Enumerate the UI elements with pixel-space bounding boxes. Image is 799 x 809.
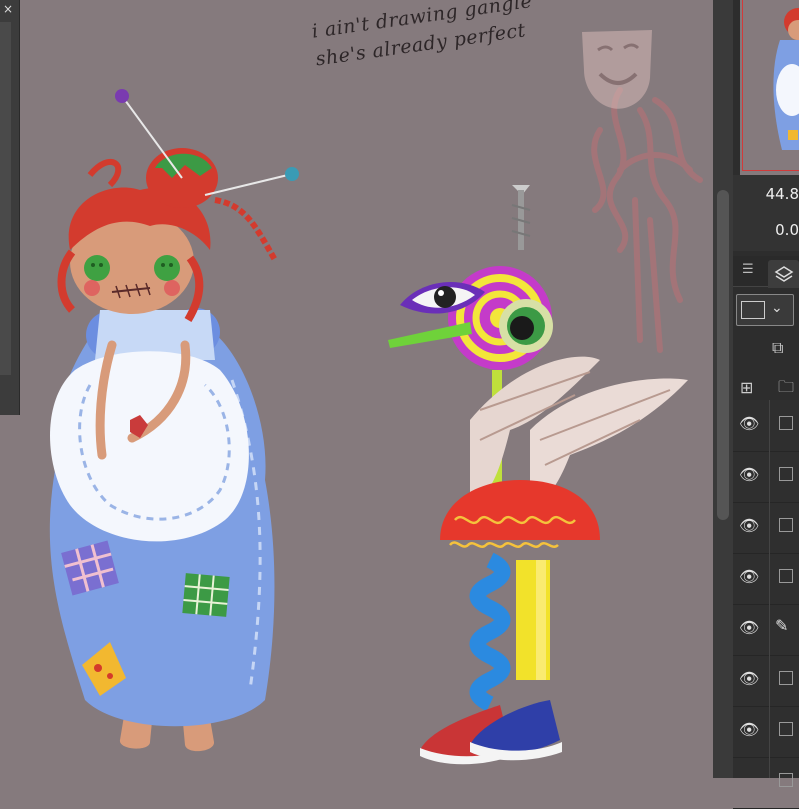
layer-list: 👁 👁 👁 👁 👁 ✎ 👁 👁	[733, 400, 799, 809]
layer-row[interactable]: 👁	[733, 451, 799, 503]
new-layer-icon[interactable]: ⊞	[740, 378, 753, 397]
layer-row[interactable]: 👁	[733, 400, 799, 452]
artwork	[49, 30, 703, 765]
ghost-doodle	[591, 87, 703, 353]
visibility-eye-icon[interactable]: 👁	[739, 567, 759, 586]
visibility-eye-icon[interactable]: 👁	[739, 465, 759, 484]
layer-column-divider	[769, 400, 770, 778]
layer-row[interactable]: 👁	[733, 655, 799, 707]
menu-icon[interactable]: ☰	[742, 262, 754, 277]
copy-layer-icon[interactable]: ⧉	[772, 338, 783, 358]
blend-swatch-icon	[741, 301, 765, 319]
new-folder-icon[interactable]: 🗀	[778, 376, 794, 403]
layer-row[interactable]: 👁	[733, 553, 799, 605]
layer-lock-checkbox[interactable]	[779, 569, 793, 583]
navigator-viewport-frame[interactable]	[742, 0, 799, 171]
visibility-eye-icon[interactable]: 👁	[739, 618, 759, 637]
comedy-mask	[582, 30, 652, 109]
layer-lock-checkbox[interactable]	[779, 671, 793, 685]
tab-layers[interactable]	[768, 260, 799, 288]
close-icon[interactable]: ×	[3, 2, 13, 16]
pen-editing-icon: ✎	[775, 616, 789, 635]
rotation-readout[interactable]: 0.0	[775, 221, 799, 239]
scrollbar-thumb[interactable]	[717, 190, 729, 520]
visibility-eye-icon[interactable]: 👁	[739, 414, 759, 433]
navigator-preview[interactable]	[740, 0, 799, 175]
collage-creature	[388, 185, 688, 765]
canvas-vertical-scrollbar[interactable]	[713, 0, 733, 778]
blend-mode-select[interactable]: ⌄	[736, 294, 794, 326]
layer-lock-checkbox[interactable]	[779, 416, 793, 430]
drawing-canvas[interactable]: i ain't drawing gangle she's already per…	[0, 0, 713, 778]
ragatha-doll	[49, 89, 299, 752]
zoom-readout[interactable]: 44.8	[766, 185, 799, 203]
layer-row[interactable]: 👁	[733, 706, 799, 758]
layer-lock-checkbox[interactable]	[779, 518, 793, 532]
layer-lock-checkbox[interactable]	[779, 467, 793, 481]
layer-lock-checkbox[interactable]	[779, 773, 793, 787]
left-panel-body	[0, 22, 11, 375]
left-tool-panel[interactable]: ×	[0, 0, 20, 415]
visibility-eye-icon[interactable]: 👁	[739, 516, 759, 535]
layer-row[interactable]	[733, 757, 799, 809]
layer-lock-checkbox[interactable]	[779, 722, 793, 736]
chevron-down-icon: ⌄	[771, 300, 783, 316]
layer-row[interactable]: 👁	[733, 502, 799, 554]
layers-icon	[774, 266, 794, 282]
visibility-eye-icon[interactable]: 👁	[739, 669, 759, 688]
view-readouts: 44.8 0.0	[733, 175, 799, 251]
layer-row[interactable]: 👁 ✎	[733, 604, 799, 656]
visibility-eye-icon[interactable]: 👁	[739, 720, 759, 739]
